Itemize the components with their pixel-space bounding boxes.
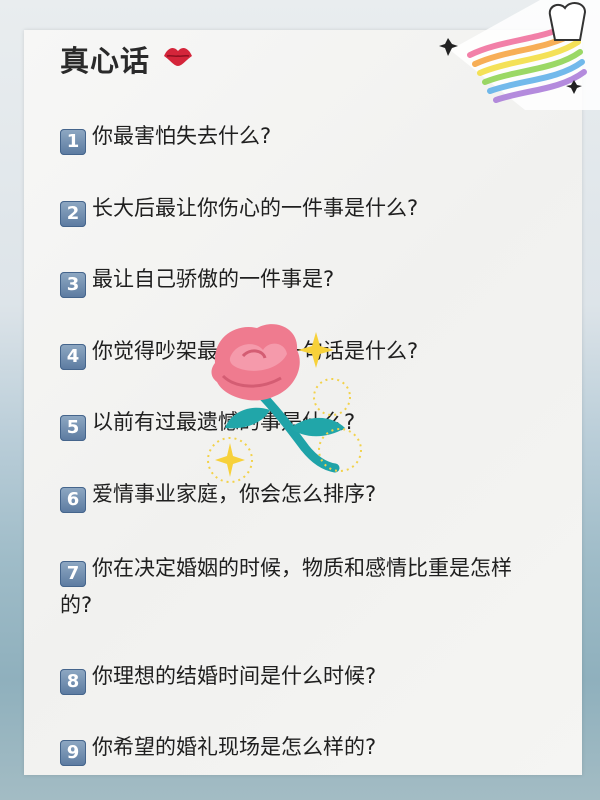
sparkle-icon bbox=[318, 428, 362, 472]
number-badge: 3 bbox=[60, 272, 86, 298]
list-item: 1 你最害怕失去什么? bbox=[60, 118, 540, 155]
question-text: 长大后最让你伤心的一件事是什么? bbox=[92, 196, 419, 220]
number-badge: 6 bbox=[60, 487, 86, 513]
number-badge: 2 bbox=[60, 201, 86, 227]
rainbow-icon bbox=[439, 0, 600, 110]
number-badge: 5 bbox=[60, 415, 86, 441]
number-badge: 9 bbox=[60, 740, 86, 766]
list-item: 3 最让自己骄傲的一件事是? bbox=[60, 261, 540, 298]
list-item: 2 长大后最让你伤心的一件事是什么? bbox=[60, 190, 540, 227]
list-item: 7 你在决定婚姻的时候，物质和感情比重是怎样的? bbox=[60, 550, 540, 623]
question-text: 你在决定婚姻的时候，物质和感情比重是怎样的? bbox=[60, 556, 512, 617]
number-badge: 7 bbox=[60, 561, 86, 587]
number-badge: 8 bbox=[60, 669, 86, 695]
question-text: 你理想的结婚时间是什么时候? bbox=[92, 664, 377, 688]
number-badge: 1 bbox=[60, 129, 86, 155]
list-item: 9 你希望的婚礼现场是怎么样的? bbox=[60, 729, 540, 766]
question-text: 你希望的婚礼现场是怎么样的? bbox=[92, 735, 377, 759]
sparkle-icon bbox=[298, 332, 334, 368]
sparkle-icon bbox=[313, 378, 351, 416]
page-title: 真心话 bbox=[60, 44, 151, 78]
number-badge: 4 bbox=[60, 344, 86, 370]
lips-icon bbox=[164, 48, 192, 66]
question-text: 最让自己骄傲的一件事是? bbox=[92, 267, 335, 291]
sparkle-icon bbox=[207, 437, 253, 483]
question-text: 你最害怕失去什么? bbox=[92, 124, 272, 148]
list-item: 8 你理想的结婚时间是什么时候? bbox=[60, 658, 540, 695]
